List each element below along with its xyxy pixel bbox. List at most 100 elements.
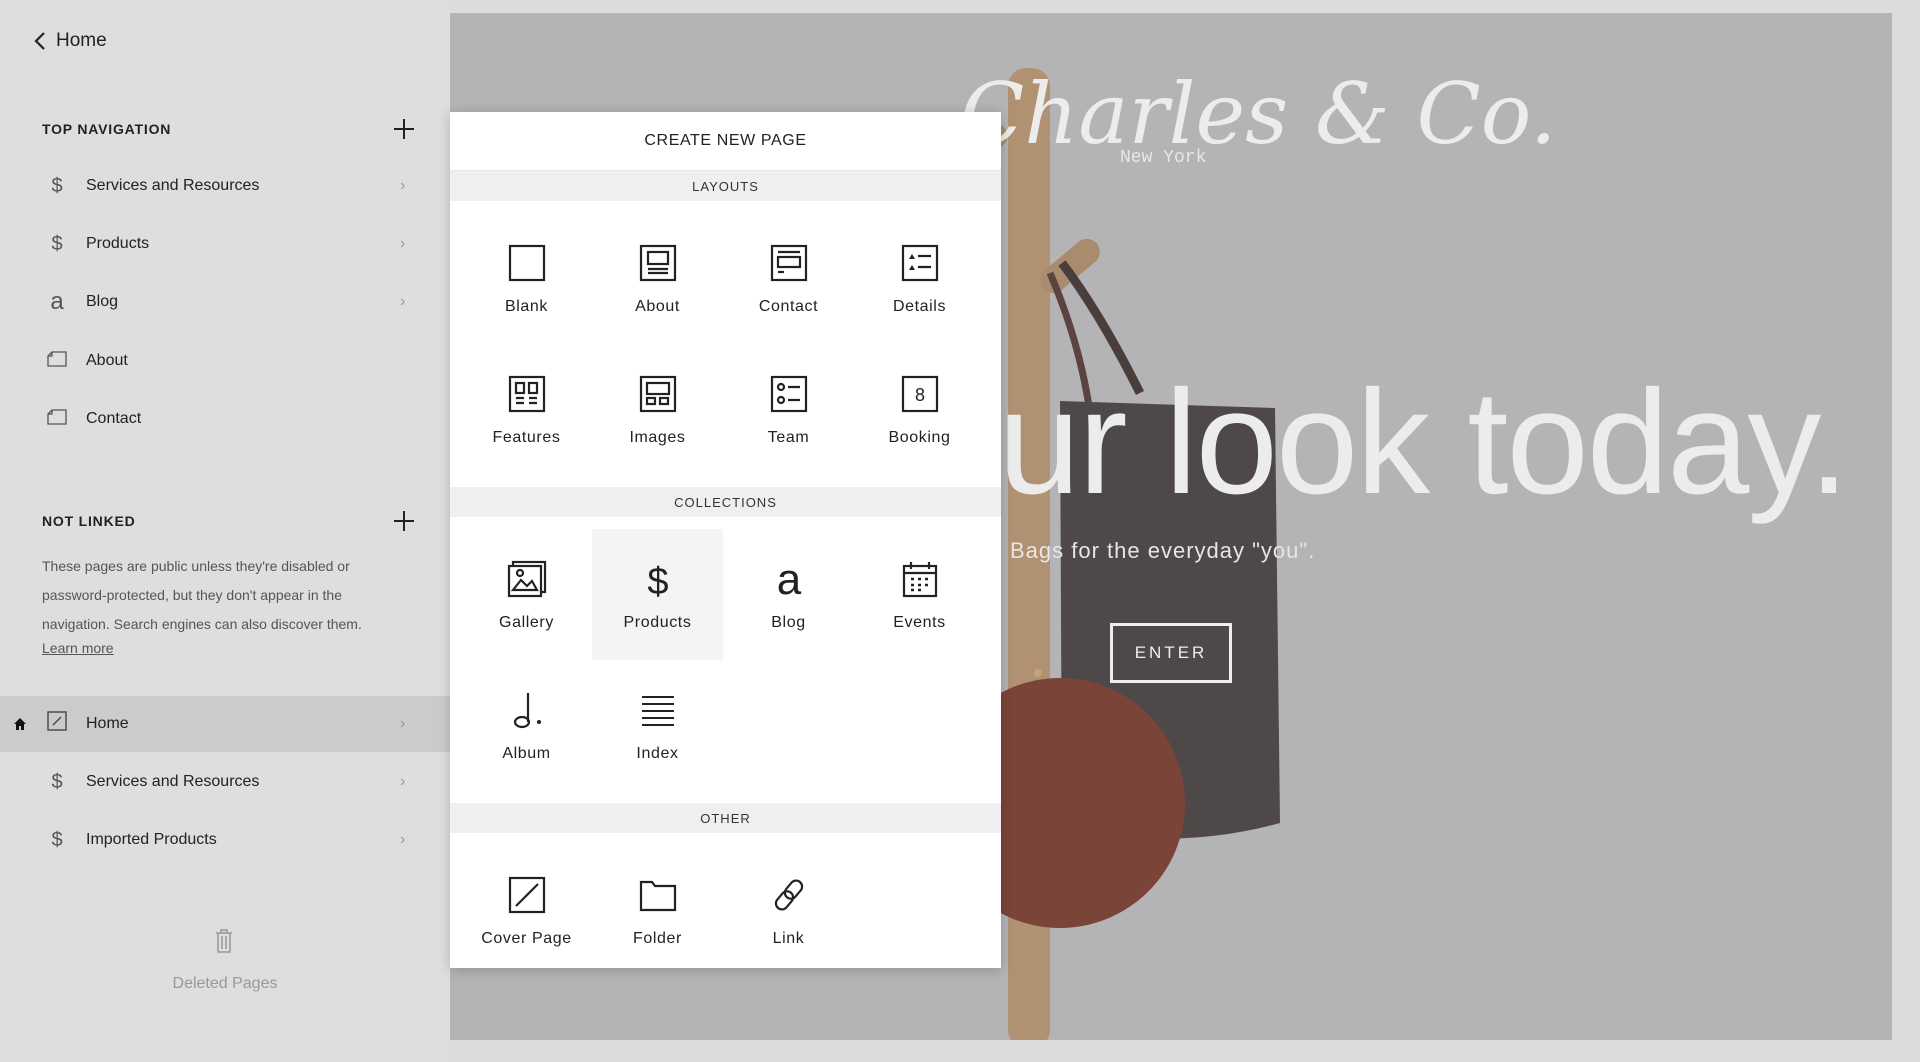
images-icon [639,375,676,412]
page-type-features[interactable]: Features [461,344,592,475]
site-logo-subtitle: New York [1120,148,1207,168]
page-type-album[interactable]: Album [461,660,592,791]
page-type-about[interactable]: About [592,213,723,344]
about-icon [639,244,676,281]
team-icon [770,375,807,412]
page-type-label: Cover Page [481,929,572,947]
page-type-details[interactable]: Details [854,213,985,344]
sidebar-page-blog[interactable]: a Blog › [0,274,450,330]
page-type-label: Products [623,613,692,631]
gallery-icon [507,560,546,597]
create-new-page-dialog: CREATE NEW PAGE LAYOUTS Blank About Contact… [450,112,1001,968]
page-type-label: Details [892,297,947,315]
page-type-label: Index [636,744,679,762]
sidebar-page-contact[interactable]: Contact [0,391,450,447]
page-type-label: Blog [771,613,806,631]
page-type-label: Album [502,744,551,762]
deleted-pages-link[interactable]: Deleted Pages [0,975,450,993]
svg-text:$: $ [647,561,668,600]
sidebar-page-label: Services and Resources [86,773,260,790]
page-type-label: Gallery [499,613,554,631]
hero-subheadline: Bags for the everyday "you". [1010,538,1316,563]
section-grid: Gallery $ Products a Blog Events Album Index [450,517,1001,803]
sidebar-page-label: Products [86,235,150,252]
sidebar-page-label: Blog [86,293,119,310]
page-type-cover-page[interactable]: Cover Page [461,845,592,976]
back-home-button[interactable]: Home [34,30,107,52]
chevron-right-icon[interactable]: › [400,831,405,849]
sidebar-page-home[interactable]: Home › [0,696,450,752]
sidebar-page-label: Services and Resources [86,177,260,194]
svg-text:8: 8 [914,385,924,405]
not-linked-heading: NOT LINKED [42,513,136,529]
trash-icon[interactable] [213,928,235,954]
cover-page-icon [44,711,70,737]
page-type-contact[interactable]: Contact [723,213,854,344]
chevron-right-icon[interactable]: › [400,715,405,733]
page-type-label: Team [767,428,810,446]
sidebar-page-label: Home [86,715,129,732]
page-type-label: Features [492,428,561,446]
page-type-label: Link [772,929,805,947]
page-type-products[interactable]: $ Products [592,529,723,660]
add-not-linked-page-button[interactable] [392,509,416,533]
folder-icon [639,880,676,911]
hero-headline: ur look today. [998,360,1850,525]
sidebar-page-about[interactable]: About [0,333,450,389]
index-icon [641,695,674,726]
blog-icon: a [776,558,801,600]
page-type-events[interactable]: Events [854,529,985,660]
back-label: Home [56,30,107,51]
page-icon [44,408,70,431]
sidebar-page-label: Contact [86,410,142,427]
top-navigation-heading: TOP NAVIGATION [42,121,172,137]
page-type-label: Images [629,428,686,446]
sidebar-page-products[interactable]: $ Products › [0,216,450,272]
page-type-label: Blank [504,297,549,315]
events-icon [902,561,937,597]
dollar-icon: $ [51,174,63,197]
details-icon [901,244,938,281]
album-icon [513,692,541,728]
svg-text:a: a [776,558,801,600]
learn-more-link[interactable]: Learn more [42,640,114,656]
page-type-blog[interactable]: a Blog [723,529,854,660]
chevron-right-icon[interactable]: › [400,177,405,195]
dollar-icon: $ [51,770,63,793]
section-grid: Cover Page Folder Link [450,833,1001,976]
site-logo: Charles & Co. [960,65,1557,163]
sidebar-page-services-and-resources[interactable]: $ Services and Resources › [0,754,450,810]
section-header-collections: COLLECTIONS [450,487,1001,517]
sidebar-page-imported-products[interactable]: $ Imported Products › [0,812,450,868]
products-icon: $ [647,561,668,600]
add-top-nav-page-button[interactable] [392,117,416,141]
booking-icon: 8 [901,375,938,412]
page-type-label: Events [893,613,946,631]
page-type-label: Contact [758,297,819,315]
chevron-right-icon[interactable]: › [400,773,405,791]
page-icon [44,350,70,373]
page-type-link[interactable]: Link [723,845,854,976]
enter-button[interactable]: ENTER [1110,623,1232,683]
dollar-icon: $ [51,232,63,255]
page-type-folder[interactable]: Folder [592,845,723,976]
blog-a-icon: a [50,288,64,315]
page-type-label: Folder [633,929,682,947]
page-type-team[interactable]: Team [723,344,854,475]
sidebar-page-label: Imported Products [86,831,217,848]
page-type-images[interactable]: Images [592,344,723,475]
page-type-index[interactable]: Index [592,660,723,791]
page-type-gallery[interactable]: Gallery [461,529,592,660]
section-grid: Blank About Contact Details Features Images Te… [450,201,1001,487]
sidebar-page-services-and-resources[interactable]: $ Services and Resources › [0,158,450,214]
link-icon [774,878,803,911]
page-type-booking[interactable]: 8 Booking [854,344,985,475]
chevron-right-icon[interactable]: › [400,293,405,311]
page-type-blank[interactable]: Blank [461,213,592,344]
blank-icon [508,244,545,281]
chevron-right-icon[interactable]: › [400,235,405,253]
dialog-title: CREATE NEW PAGE [450,112,1001,171]
homepage-icon [14,718,26,730]
contact-icon [770,244,807,281]
pages-sidebar: Home TOP NAVIGATION $ Services and Resour… [0,0,450,1062]
